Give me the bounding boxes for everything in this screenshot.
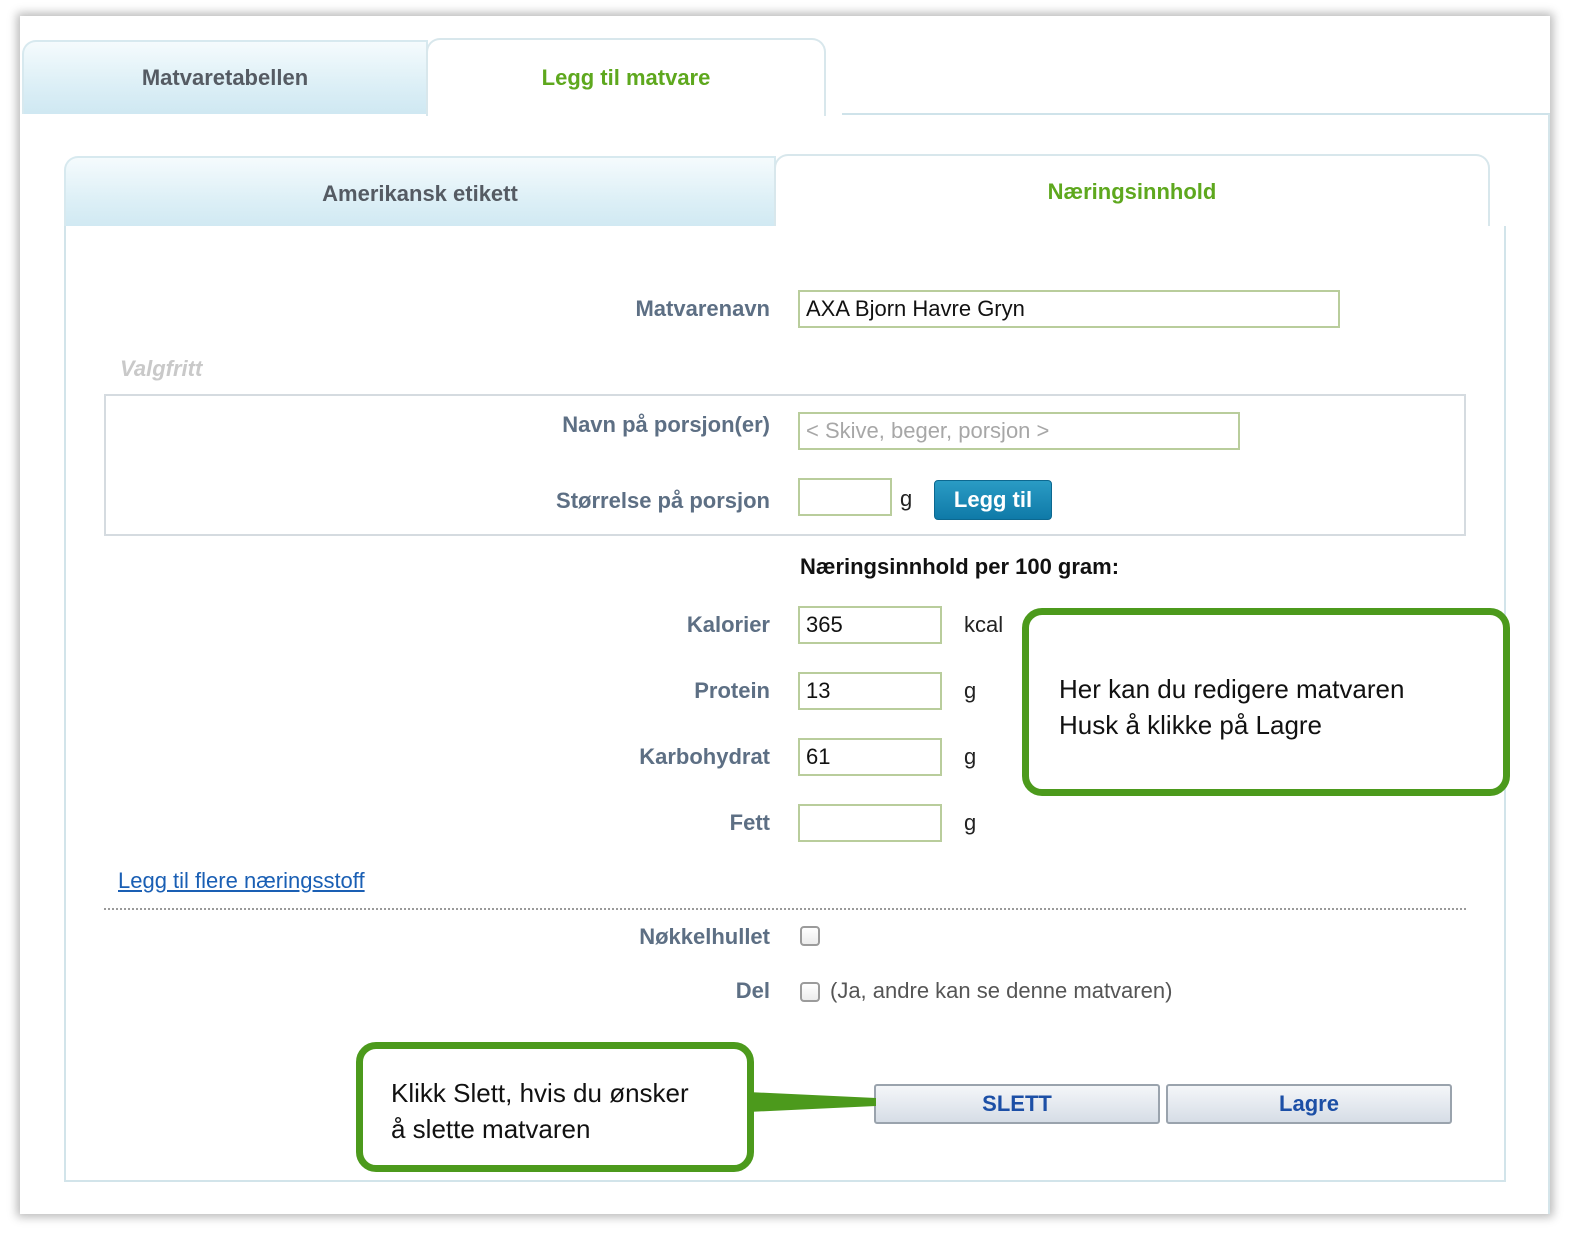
delete-callout-line1: Klikk Slett, hvis du ønsker xyxy=(391,1078,689,1108)
add-portion-button[interactable]: Legg til xyxy=(934,480,1052,520)
optional-section xyxy=(104,394,1466,536)
share-note: (Ja, andre kan se denne matvaren) xyxy=(830,978,1173,1003)
portion-size-label: Størrelse på porsjon xyxy=(556,488,770,513)
delete-callout: Klikk Slett, hvis du ønsker å slette mat… xyxy=(356,1042,754,1172)
calories-input[interactable] xyxy=(798,606,942,644)
inner-tab-bar: Amerikansk etikett Næringsinnhold xyxy=(64,154,1506,230)
tab-label: Legg til matvare xyxy=(541,65,711,90)
save-button[interactable]: Lagre xyxy=(1166,1084,1452,1124)
carbohydrate-unit: g xyxy=(964,744,977,769)
protein-input[interactable] xyxy=(798,672,942,710)
callout-pointer xyxy=(748,1092,876,1112)
tab-label: Amerikansk etikett xyxy=(322,181,518,206)
fat-label: Fett xyxy=(729,810,770,835)
portion-size-unit: g xyxy=(900,486,913,511)
outer-tab-bar: Matvaretabellen Legg til matvare xyxy=(20,38,1550,116)
portion-name-input[interactable] xyxy=(798,412,1240,450)
optional-label: Valgfritt xyxy=(120,356,203,381)
protein-unit: g xyxy=(964,678,977,703)
tab-naeringsinnhold[interactable]: Næringsinnhold xyxy=(774,154,1490,228)
calories-unit: kcal xyxy=(964,612,1004,637)
edit-callout-line1: Her kan du redigere matvaren xyxy=(1059,674,1405,704)
add-more-nutrients-link[interactable]: Legg til flere næringsstoff xyxy=(118,868,365,894)
calories-label: Kalorier xyxy=(686,612,770,637)
tab-divider-line xyxy=(842,113,1550,115)
edit-callout: Her kan du redigere matvaren Husk å klik… xyxy=(1022,608,1510,796)
share-label: Del xyxy=(735,978,770,1003)
app-window: Matvaretabellen Legg til matvare Amerika… xyxy=(20,16,1550,1214)
share-checkbox[interactable] xyxy=(800,982,820,1002)
tab-legg-til-matvare[interactable]: Legg til matvare xyxy=(426,38,826,116)
section-divider xyxy=(104,908,1466,910)
nutrition-heading: Næringsinnhold per 100 gram: xyxy=(800,554,1120,579)
food-name-label: Matvarenavn xyxy=(635,296,770,321)
carbohydrate-label: Karbohydrat xyxy=(639,744,770,769)
tab-label: Næringsinnhold xyxy=(1047,179,1217,204)
delete-button[interactable]: SLETT xyxy=(874,1084,1160,1124)
tab-matvaretabellen[interactable]: Matvaretabellen xyxy=(22,40,428,114)
keyhole-checkbox[interactable] xyxy=(800,926,820,946)
carbohydrate-input[interactable] xyxy=(798,738,942,776)
fat-input[interactable] xyxy=(798,804,942,842)
protein-label: Protein xyxy=(694,678,770,703)
edit-callout-line2: Husk å klikke på Lagre xyxy=(1059,710,1323,740)
delete-callout-line2: å slette matvaren xyxy=(391,1114,591,1144)
food-name-input[interactable] xyxy=(798,290,1340,328)
portion-name-label: Navn på porsjon(er) xyxy=(562,412,770,437)
fat-unit: g xyxy=(964,810,977,835)
keyhole-label: Nøkkelhullet xyxy=(639,924,770,949)
tab-label: Matvaretabellen xyxy=(141,65,309,90)
portion-size-input[interactable] xyxy=(798,478,892,516)
tab-amerikansk-etikett[interactable]: Amerikansk etikett xyxy=(64,156,776,230)
outer-panel-edge xyxy=(1548,114,1550,1214)
